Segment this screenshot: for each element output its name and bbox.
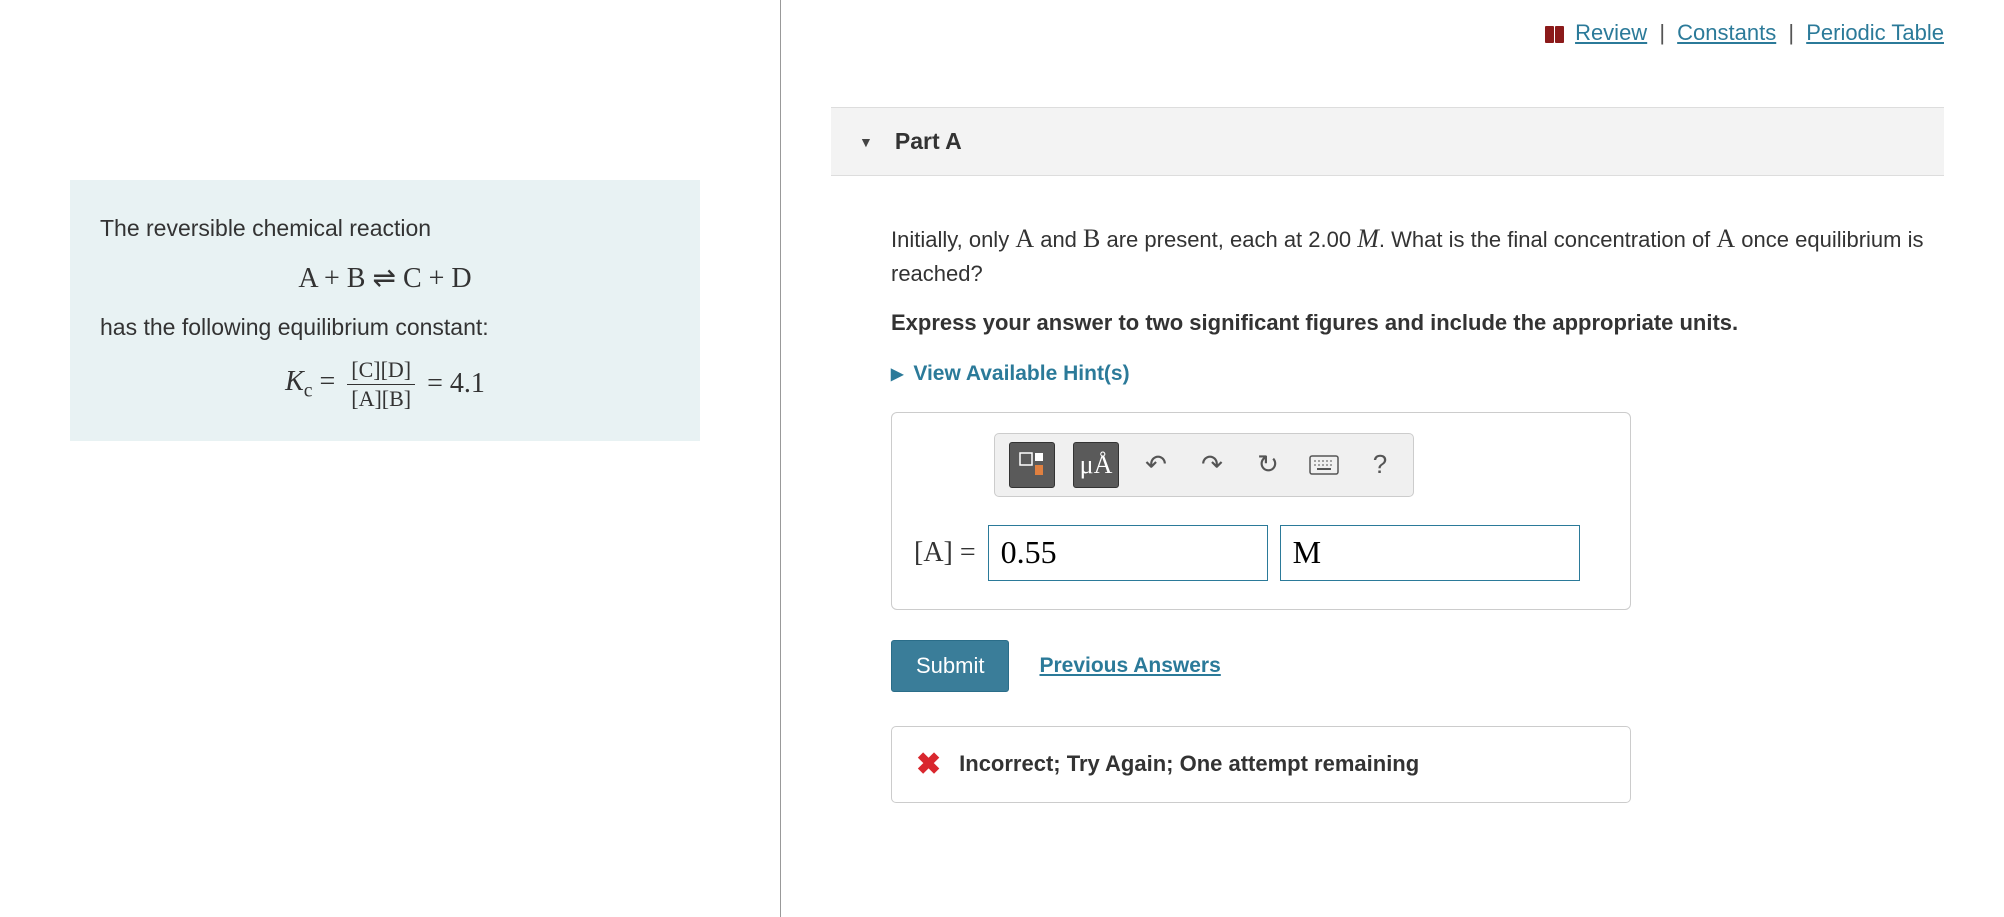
- template-icon: [1018, 451, 1046, 479]
- fraction: [C][D] [A][B]: [347, 358, 415, 411]
- part-header[interactable]: ▼ Part A: [831, 107, 1944, 176]
- answer-input-row: [A] =: [914, 525, 1608, 581]
- collapse-triangle-icon[interactable]: ▼: [859, 134, 873, 150]
- question-instructions: Express your answer to two significant f…: [891, 310, 1924, 336]
- right-panel: Review | Constants | Periodic Table ▼ Pa…: [781, 0, 2004, 917]
- unit-input[interactable]: [1280, 525, 1580, 581]
- kc-equation: Kc = [C][D] [A][B] = 4.1: [100, 358, 670, 411]
- feedback-box: ✖ Incorrect; Try Again; One attempt rema…: [891, 726, 1631, 803]
- periodic-table-link[interactable]: Periodic Table: [1806, 20, 1944, 45]
- answer-box: μÅ ↶ ↷ ↻ ? [A] =: [891, 412, 1631, 610]
- help-icon: ?: [1373, 449, 1387, 480]
- reaction-equation: A + B ⇌ C + D: [100, 261, 670, 295]
- incorrect-x-icon: ✖: [916, 747, 941, 782]
- keyboard-button[interactable]: [1305, 446, 1343, 484]
- app-container: The reversible chemical reaction A + B ⇌…: [0, 0, 2004, 917]
- redo-button[interactable]: ↷: [1193, 446, 1231, 484]
- units-button[interactable]: μÅ: [1073, 442, 1119, 488]
- constants-link[interactable]: Constants: [1677, 20, 1776, 45]
- reset-icon: ↻: [1257, 449, 1279, 480]
- hints-label: View Available Hint(s): [913, 362, 1129, 386]
- equilibrium-arrows-icon: ⇌: [373, 263, 403, 294]
- review-link[interactable]: Review: [1575, 20, 1647, 45]
- problem-info-box: The reversible chemical reaction A + B ⇌…: [70, 180, 700, 441]
- triangle-right-icon: ▶: [891, 364, 903, 384]
- intro-text: The reversible chemical reaction: [100, 210, 670, 247]
- submit-button[interactable]: Submit: [891, 640, 1009, 692]
- template-picker-button[interactable]: [1009, 442, 1055, 488]
- previous-answers-link[interactable]: Previous Answers: [1039, 654, 1220, 678]
- undo-button[interactable]: ↶: [1137, 446, 1175, 484]
- question-body: Initially, only A and B are present, eac…: [831, 220, 1944, 803]
- part-title: Part A: [895, 128, 962, 155]
- view-hints-toggle[interactable]: ▶ View Available Hint(s): [891, 362, 1924, 386]
- submit-row: Submit Previous Answers: [891, 640, 1924, 692]
- top-links: Review | Constants | Periodic Table: [831, 0, 1944, 107]
- reset-button[interactable]: ↻: [1249, 446, 1287, 484]
- left-panel: The reversible chemical reaction A + B ⇌…: [0, 0, 780, 917]
- help-button[interactable]: ?: [1361, 446, 1399, 484]
- value-input[interactable]: [988, 525, 1268, 581]
- has-text: has the following equilibrium constant:: [100, 309, 670, 346]
- feedback-message: Incorrect; Try Again; One attempt remain…: [959, 751, 1419, 777]
- keyboard-icon: [1309, 455, 1339, 475]
- input-toolbar: μÅ ↶ ↷ ↻ ?: [994, 433, 1414, 497]
- undo-icon: ↶: [1145, 449, 1167, 480]
- question-text: Initially, only A and B are present, eac…: [891, 220, 1924, 290]
- redo-icon: ↷: [1201, 449, 1223, 480]
- book-icon: [1545, 21, 1565, 47]
- answer-label: [A] =: [914, 537, 976, 569]
